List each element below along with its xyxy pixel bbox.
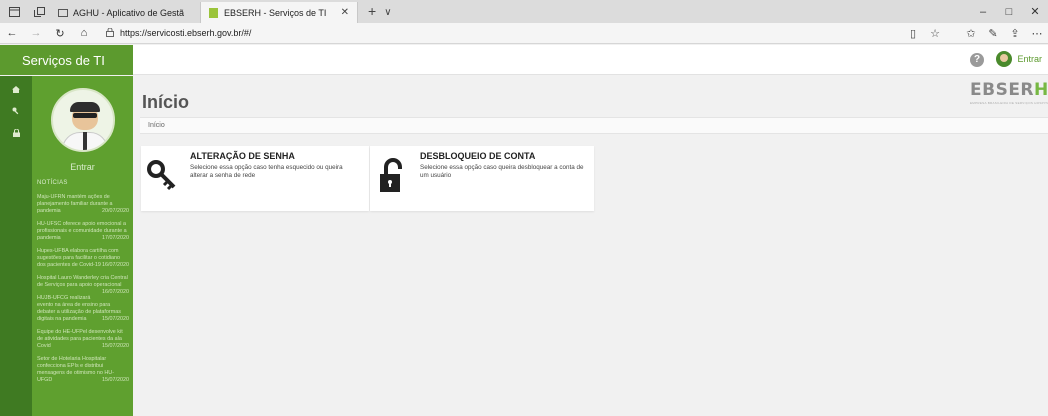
news-item[interactable]: Setor de Hotelaria Hospitalar confeccion… — [37, 356, 129, 384]
news-text: Hospital Lauro Wanderley cria Central de… — [37, 275, 128, 288]
news-item[interactable]: HUJB-UFCG realizará evento na área de en… — [37, 295, 129, 323]
news-list: Maju-UFRN mantém ações de planejamento f… — [37, 194, 129, 390]
news-date: 16/07/2020 — [102, 289, 129, 295]
refresh-icon[interactable]: ↻ — [48, 27, 72, 40]
card-description: Selecione essa opção caso queira desbloq… — [420, 164, 584, 179]
back-arrow-icon[interactable]: ← — [0, 27, 24, 39]
tab-actions-icon[interactable] — [6, 4, 22, 20]
tab-list-chevron-icon[interactable]: ∨ — [384, 7, 397, 23]
close-window-button[interactable]: ✕ — [1022, 5, 1048, 18]
browser-tab-aghu[interactable]: AGHU - Aplicativo de Gestã — [50, 2, 200, 23]
maximize-button[interactable]: □ — [996, 6, 1022, 18]
browser-tab-strip: AGHU - Aplicativo de Gestã EBSERH - Serv… — [0, 0, 1048, 23]
key-nav-icon[interactable] — [0, 102, 32, 120]
help-icon[interactable]: ? — [970, 53, 984, 67]
news-date: 17/07/2020 — [102, 235, 129, 241]
card-description: Selecione essa opção caso tenha esquecid… — [190, 164, 343, 179]
news-item[interactable]: Equipe do HE-UFPel desenvolve kit de ati… — [37, 329, 129, 350]
ebserh-logo: EBSERH EMPRESA BRASILEIRA DE SERVIÇOS HO… — [970, 80, 1048, 110]
more-options-icon[interactable]: ⋯ — [1026, 27, 1048, 40]
lock-nav-icon[interactable] — [0, 124, 32, 142]
url-field[interactable]: https://servicosti.ebserh.gov.br/#/ — [106, 27, 252, 39]
avatar-hair — [70, 102, 100, 112]
favorites-list-icon[interactable]: ✩ — [960, 27, 982, 40]
page-title: Início — [142, 92, 190, 112]
user-avatar[interactable] — [51, 88, 115, 152]
avatar-tie — [83, 132, 87, 150]
app-brand[interactable]: Serviços de TI — [0, 45, 133, 75]
page-icon — [58, 8, 68, 17]
close-tab-icon[interactable]: ✕ — [341, 7, 349, 18]
news-date: 16/07/2020 — [102, 262, 129, 268]
address-bar: ← → ↻ ⌂ https://servicosti.ebserh.gov.br… — [0, 23, 1048, 44]
reading-view-icon[interactable]: ▯ — [902, 27, 924, 40]
logo-subtitle: EMPRESA BRASILEIRA DE SERVIÇOS HOSPITALA… — [970, 101, 1048, 105]
pen-notes-icon[interactable]: ✎ — [982, 27, 1004, 40]
news-item[interactable]: Maju-UFRN mantém ações de planejamento f… — [37, 194, 129, 215]
tab-title: AGHU - Aplicativo de Gestã — [73, 7, 185, 18]
news-date: 20/07/2020 — [102, 208, 129, 214]
top-login-label: Entrar — [1017, 54, 1042, 64]
user-avatar-icon — [996, 51, 1013, 67]
home-nav-icon[interactable] — [0, 80, 32, 98]
news-item[interactable]: Hospital Lauro Wanderley cria Central de… — [37, 275, 129, 295]
top-login[interactable]: Entrar — [996, 51, 1042, 67]
app-header: Serviços de TI ? Entrar — [0, 45, 1048, 75]
news-date: 15/07/2020 — [102, 377, 129, 383]
main-content: Início EBSERH EMPRESA BRASILEIRA DE SERV… — [133, 76, 1048, 416]
favorite-star-icon[interactable]: ☆ — [924, 27, 946, 40]
ebserh-favicon-icon — [209, 7, 218, 18]
news-date: 15/07/2020 — [102, 316, 129, 322]
password-change-card[interactable]: ALTERAÇÃO DE SENHA Selecione essa opção … — [141, 146, 369, 211]
news-header: NOTÍCIAS — [37, 180, 68, 186]
sidebar: Entrar NOTÍCIAS Maju-UFRN mantém ações d… — [32, 76, 133, 416]
news-item[interactable]: HU-UFSC oferece apoio emocional a profis… — [37, 221, 129, 242]
account-unlock-card[interactable]: DESBLOQUEIO DE CONTA Selecione essa opçã… — [370, 146, 594, 211]
breadcrumb[interactable]: Início — [140, 117, 1048, 134]
news-date: 15/07/2020 — [102, 343, 129, 349]
avatar-glasses — [73, 113, 97, 118]
window-controls: – □ ✕ — [970, 0, 1048, 23]
tab-title: EBSERH - Serviços de TI — [224, 7, 327, 18]
padlock-icon — [106, 27, 114, 39]
icon-rail — [0, 76, 32, 416]
url-text: https://servicosti.ebserh.gov.br/#/ — [120, 28, 252, 38]
unlock-icon — [376, 158, 408, 194]
address-bar-actions: ▯ ☆ ✩ ✎ ⇪ ⋯ — [902, 23, 1048, 44]
card-title: DESBLOQUEIO DE CONTA — [420, 151, 536, 161]
logo-wordmark: EBSERH — [970, 80, 1048, 100]
minimize-button[interactable]: – — [970, 6, 996, 18]
sidebar-login-link[interactable]: Entrar — [32, 162, 133, 172]
card-title: ALTERAÇÃO DE SENHA — [190, 151, 295, 161]
share-icon[interactable]: ⇪ — [1004, 27, 1026, 40]
forward-arrow-icon[interactable]: → — [24, 27, 48, 39]
home-icon[interactable]: ⌂ — [72, 27, 96, 39]
news-item[interactable]: Hupes-UFBA elabora cartilha com sugestõe… — [37, 248, 129, 269]
tab-back-icon[interactable] — [31, 4, 47, 20]
key-icon — [147, 158, 179, 194]
browser-tab-ebserh[interactable]: EBSERH - Serviços de TI ✕ — [200, 2, 358, 23]
new-tab-button[interactable]: + — [358, 3, 384, 23]
